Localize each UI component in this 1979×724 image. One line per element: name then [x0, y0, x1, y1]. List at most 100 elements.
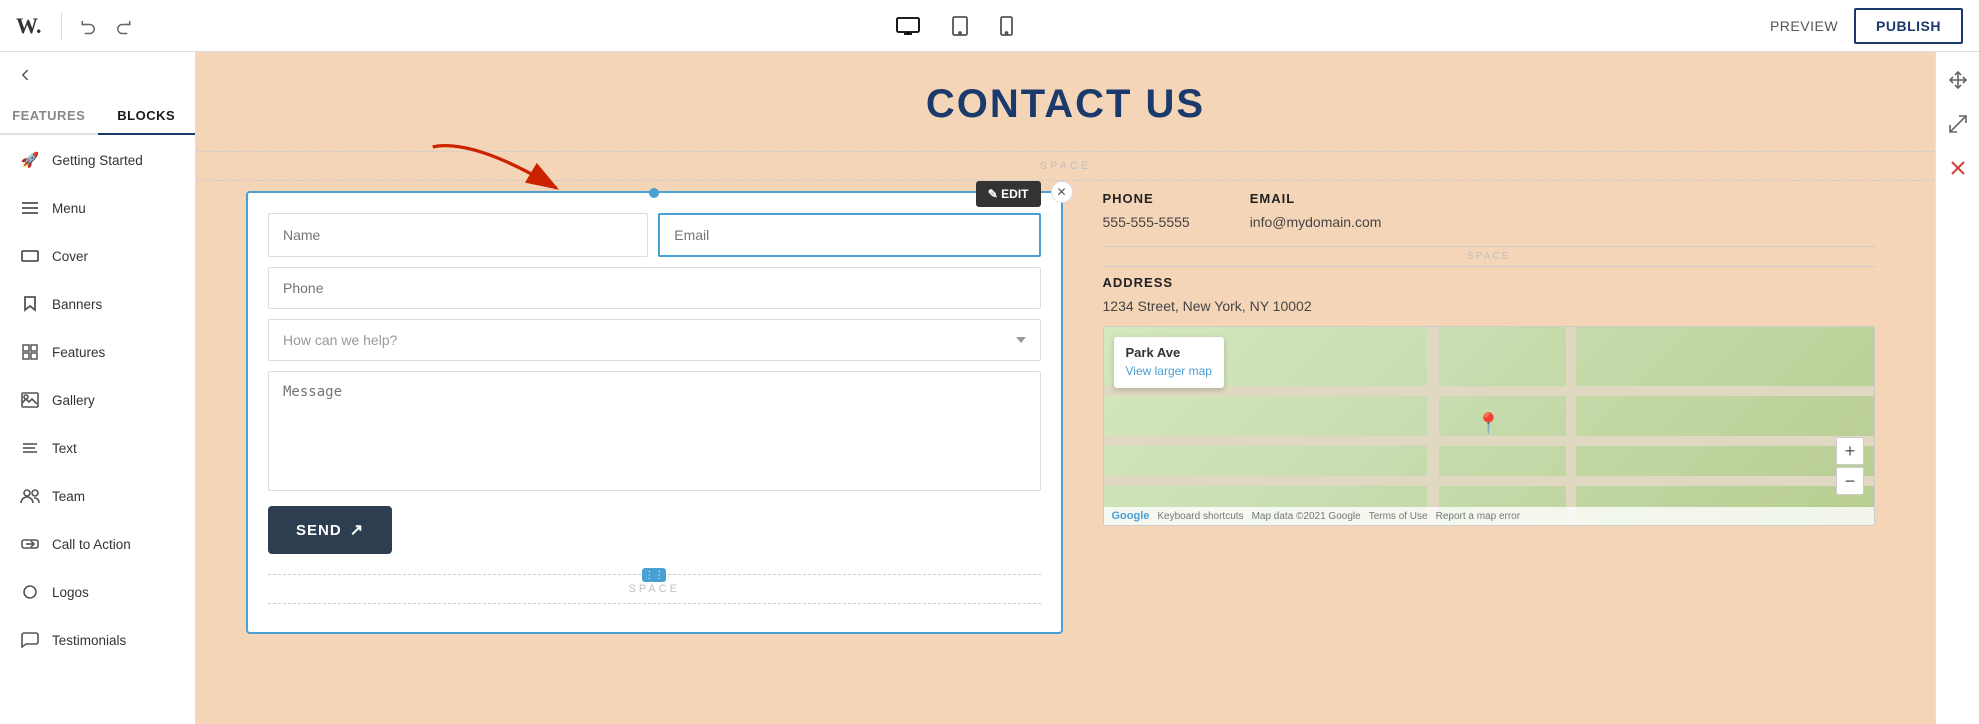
- redo-button[interactable]: [108, 11, 138, 41]
- logos-icon: [20, 582, 40, 602]
- edit-button[interactable]: ✎ EDIT: [976, 181, 1041, 207]
- map-popup-link[interactable]: View larger map: [1126, 364, 1212, 378]
- resize-handle-top[interactable]: [649, 188, 659, 198]
- address-section: ADDRESS 1234 Street, New York, NY 10002: [1103, 275, 1876, 314]
- map-popup-title: Park Ave: [1126, 345, 1212, 360]
- map-road-vertical-2: [1566, 327, 1576, 525]
- sidebar-item-label: Logos: [52, 585, 89, 600]
- sidebar-item-label: Testimonials: [52, 633, 126, 648]
- cover-icon: [20, 246, 40, 266]
- map-controls: + −: [1836, 437, 1864, 495]
- device-switcher: [150, 8, 1757, 44]
- map-pin: 📍: [1476, 411, 1501, 436]
- phone-col: PHONE 555-555-5555: [1103, 191, 1190, 230]
- sidebar-items-list: 🚀 Getting Started Menu Cover Banners: [0, 135, 195, 724]
- help-select[interactable]: How can we help?: [268, 319, 1041, 361]
- address-value: 1234 Street, New York, NY 10002: [1103, 298, 1876, 314]
- sidebar-item-cover[interactable]: Cover: [4, 233, 191, 279]
- space-block-top: SPACE: [196, 151, 1935, 181]
- map-zoom-in-btn[interactable]: +: [1836, 437, 1864, 465]
- tablet-device-btn[interactable]: [940, 8, 980, 44]
- move-panel-btn[interactable]: [1940, 62, 1976, 98]
- address-heading: ADDRESS: [1103, 275, 1876, 290]
- map-road-vertical-1: [1427, 327, 1439, 525]
- topbar-divider: [61, 12, 62, 40]
- email-input[interactable]: [658, 213, 1040, 257]
- sidebar-item-team[interactable]: Team: [4, 473, 191, 519]
- sidebar-item-testimonials[interactable]: Testimonials: [4, 617, 191, 663]
- sidebar-item-label: Features: [52, 345, 105, 360]
- map-report: Report a map error: [1436, 511, 1520, 522]
- google-logo: Google: [1112, 510, 1150, 522]
- sidebar-item-banners[interactable]: Banners: [4, 281, 191, 327]
- right-panel: [1935, 52, 1979, 724]
- space-label-between: SPACE: [1103, 247, 1876, 266]
- sidebar-item-menu[interactable]: Menu: [4, 185, 191, 231]
- sidebar-item-getting-started[interactable]: 🚀 Getting Started: [4, 137, 191, 183]
- sidebar-item-label: Call to Action: [52, 537, 131, 552]
- testimonials-icon: [20, 630, 40, 650]
- map-road-horizontal-3: [1104, 476, 1875, 486]
- sidebar: FEATURES BLOCKS 🚀 Getting Started Menu C…: [0, 52, 196, 724]
- phone-value: 555-555-5555: [1103, 214, 1190, 230]
- map-background: 📍 Park Ave View larger map + −: [1104, 327, 1875, 525]
- send-arrow-icon: ↗: [350, 520, 364, 540]
- sidebar-item-label: Banners: [52, 297, 102, 312]
- preview-button[interactable]: PREVIEW: [1770, 18, 1838, 34]
- logo: W.: [16, 13, 41, 39]
- gallery-icon: [20, 390, 40, 410]
- sidebar-back-btn[interactable]: [0, 52, 195, 98]
- canvas-inner: CONTACT US SPACE: [196, 52, 1935, 724]
- contact-heading: CONTACT US: [196, 52, 1935, 143]
- tab-features[interactable]: FEATURES: [0, 98, 98, 135]
- publish-button[interactable]: PUBLISH: [1854, 8, 1963, 44]
- phone-input[interactable]: [268, 267, 1041, 309]
- content-row: ✎ EDIT ✕ How can we help?: [196, 191, 1935, 634]
- mobile-device-btn[interactable]: [988, 8, 1025, 44]
- form-fields: How can we help? SEND ↗: [268, 213, 1041, 554]
- email-col: EMAIL info@mydomain.com: [1250, 191, 1382, 230]
- sort-handle[interactable]: ⋮⋮: [642, 568, 666, 582]
- banners-icon: [20, 294, 40, 314]
- phone-heading: PHONE: [1103, 191, 1190, 206]
- sidebar-item-text[interactable]: Text: [4, 425, 191, 471]
- undo-button[interactable]: [74, 11, 104, 41]
- sidebar-item-label: Team: [52, 489, 85, 504]
- close-panel-btn[interactable]: [1940, 150, 1976, 186]
- sidebar-item-label: Text: [52, 441, 77, 456]
- contact-phone-email-row: PHONE 555-555-5555 EMAIL info@mydomain.c…: [1103, 191, 1876, 230]
- sidebar-item-label: Getting Started: [52, 153, 143, 168]
- cta-icon: [20, 534, 40, 554]
- message-textarea[interactable]: [268, 371, 1041, 491]
- main-layout: FEATURES BLOCKS 🚀 Getting Started Menu C…: [0, 52, 1979, 724]
- map-container[interactable]: 📍 Park Ave View larger map + −: [1103, 326, 1876, 526]
- map-data-label: Keyboard shortcuts: [1157, 511, 1243, 522]
- sidebar-item-label: Gallery: [52, 393, 95, 408]
- form-row-name-email: [268, 213, 1041, 257]
- sidebar-tabs: FEATURES BLOCKS: [0, 98, 195, 135]
- desktop-device-btn[interactable]: [884, 8, 932, 44]
- tab-blocks[interactable]: BLOCKS: [98, 98, 196, 135]
- rocket-icon: 🚀: [20, 150, 40, 170]
- resize-panel-btn[interactable]: [1940, 106, 1976, 142]
- sidebar-item-gallery[interactable]: Gallery: [4, 377, 191, 423]
- close-button[interactable]: ✕: [1051, 181, 1073, 203]
- divider-2: [1103, 266, 1876, 267]
- email-heading: EMAIL: [1250, 191, 1382, 206]
- form-block: ✎ EDIT ✕ How can we help?: [246, 191, 1063, 634]
- text-icon: [20, 438, 40, 458]
- sidebar-item-call-to-action[interactable]: Call to Action: [4, 521, 191, 567]
- sidebar-item-label: Cover: [52, 249, 88, 264]
- canvas: CONTACT US SPACE: [196, 52, 1935, 724]
- sidebar-item-logos[interactable]: Logos: [4, 569, 191, 615]
- topbar-right: PREVIEW PUBLISH: [1770, 8, 1963, 44]
- name-input[interactable]: [268, 213, 648, 257]
- send-button[interactable]: SEND ↗: [268, 506, 392, 554]
- map-terms: Terms of Use: [1369, 511, 1428, 522]
- map-zoom-out-btn[interactable]: −: [1836, 467, 1864, 495]
- contact-info: PHONE 555-555-5555 EMAIL info@mydomain.c…: [1093, 191, 1886, 634]
- sidebar-item-features[interactable]: Features: [4, 329, 191, 375]
- map-copyright: Map data ©2021 Google: [1252, 511, 1361, 522]
- features-icon: [20, 342, 40, 362]
- sidebar-item-label: Menu: [52, 201, 86, 216]
